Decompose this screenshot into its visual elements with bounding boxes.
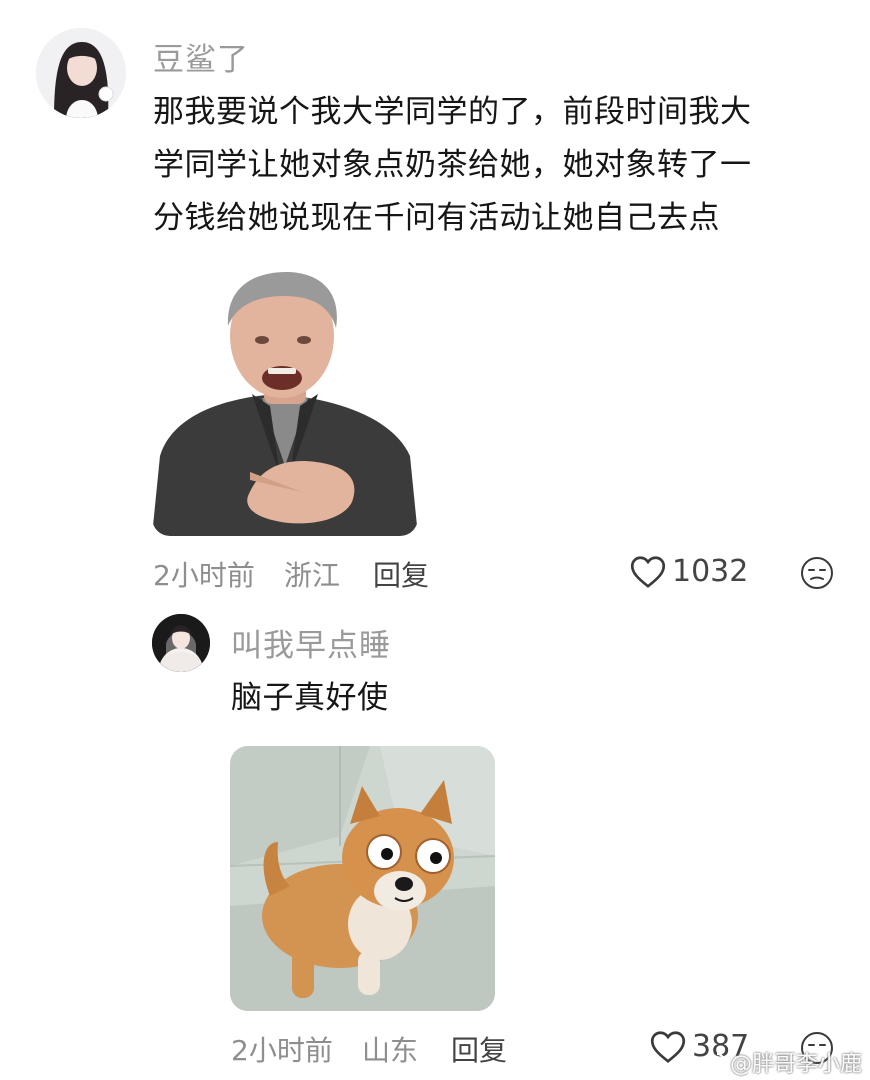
comment-username[interactable]: 豆鲨了 xyxy=(153,34,249,79)
watermark-text: @胖哥李小鹿 xyxy=(730,1052,863,1077)
sleepy-face-icon xyxy=(801,557,833,589)
reply-text: 脑子真好使 xyxy=(231,680,389,716)
watermark: @胖哥李小鹿 xyxy=(700,1046,862,1078)
reply-time: 2小时前 xyxy=(231,1034,333,1067)
comment-time: 2小时前 xyxy=(153,559,255,592)
reaction-button[interactable] xyxy=(800,556,834,594)
like-count: 1032 xyxy=(672,554,749,589)
comment-text: 那我要说个我大学同学的了，前段时间我大 学同学让她对象点奶茶给她，她对象转了一 … xyxy=(153,86,843,245)
reply-sticker-image[interactable] xyxy=(230,746,495,1011)
heart-outline-icon xyxy=(630,555,666,588)
comment-location: 浙江 xyxy=(284,559,341,592)
weibo-logo-icon xyxy=(700,1053,724,1072)
reply-reply-button[interactable]: 回复 xyxy=(451,1029,507,1069)
reply-location: 山东 xyxy=(362,1034,419,1067)
comment-sticker-image[interactable] xyxy=(152,266,418,536)
reply-button[interactable]: 回复 xyxy=(373,554,429,594)
comment-text-line: 那我要说个我大学同学的了，前段时间我大 xyxy=(153,94,752,130)
reply-username[interactable]: 叫我早点睡 xyxy=(231,620,391,665)
like-button[interactable]: 1032 xyxy=(630,554,748,589)
comment-text-line: 分钱给她说现在千问有活动让她自己去点 xyxy=(153,200,720,236)
avatar[interactable] xyxy=(36,28,126,118)
reply-avatar[interactable] xyxy=(152,614,210,672)
heart-outline-icon xyxy=(650,1030,686,1063)
avatar-bride-icon xyxy=(152,614,210,672)
avatar-girl-icon xyxy=(36,28,126,118)
comment-text-line: 学同学让她对象点奶茶给她，她对象转了一 xyxy=(153,147,752,183)
